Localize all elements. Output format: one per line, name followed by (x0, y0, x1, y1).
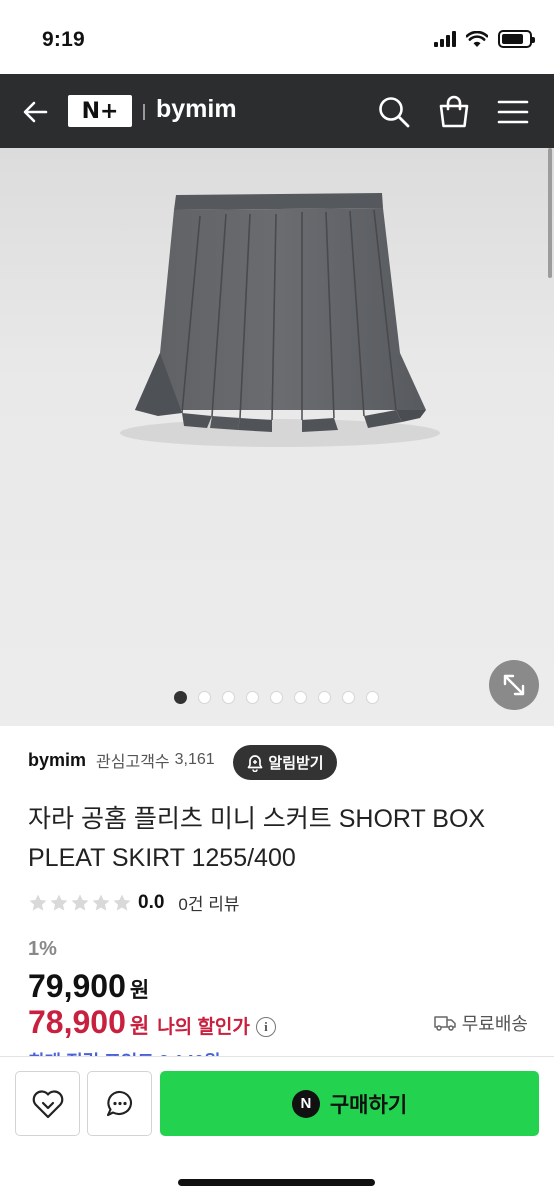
followers-count: 3,161 (174, 751, 215, 768)
bottom-action-bar: N 구매하기 (0, 1056, 554, 1200)
product-title-line-1: 자라 공홈 플리츠 미니 스커트 SHORT BOX (28, 805, 486, 833)
product-image-gallery[interactable] (0, 148, 554, 726)
review-count[interactable]: 0건 리뷰 (178, 890, 239, 915)
product-info-section: bymim 관심고객수 3,161 알림받기 자라 공홈 플리츠 미니 스커트 … (0, 726, 554, 1056)
seller-name[interactable]: bymim (28, 750, 86, 771)
discount-percent: 1% (28, 938, 57, 960)
naver-plus-logo[interactable]: N+ (68, 95, 132, 127)
nav-divider (143, 104, 145, 120)
sale-price: 78,900 (28, 1004, 126, 1040)
rating-score: 0.0 (138, 891, 165, 913)
battery-icon (498, 30, 535, 48)
my-discount-label: 나의 할인가 (157, 1017, 250, 1038)
max-points-line[interactable]: 최대 적립 포인트 3,140원 (28, 1048, 221, 1056)
talktalk-chat-button[interactable] (87, 1071, 152, 1136)
alert-button-label: 알림받기 (268, 755, 324, 772)
buy-now-button[interactable]: N 구매하기 (160, 1071, 539, 1136)
product-title: 자라 공홈 플리츠 미니 스커트 SHORT BOX PLEAT SKIRT 1… (28, 800, 528, 878)
expand-arrows-icon (503, 674, 525, 696)
sale-price-unit: 원 (129, 1015, 150, 1038)
gallery-dot[interactable] (246, 691, 259, 704)
alert-subscribe-button[interactable]: 알림받기 (233, 745, 337, 780)
search-icon[interactable] (376, 94, 412, 130)
star-icon (71, 894, 89, 911)
gallery-dot[interactable] (270, 691, 283, 704)
gallery-pagination-dots (174, 691, 379, 704)
original-price-unit: 원 (129, 979, 150, 1002)
gallery-dot[interactable] (174, 691, 187, 704)
shipping-label: 무료배송 (461, 1014, 528, 1034)
seller-row: bymim 관심고객수 3,161 (28, 748, 215, 772)
info-icon[interactable]: i (255, 1017, 276, 1037)
wifi-icon (466, 30, 488, 47)
gallery-dot[interactable] (366, 691, 379, 704)
status-bar: 9:19 (0, 0, 554, 74)
free-shipping: 무료배송 (434, 1010, 528, 1036)
cellular-signal-icon (434, 31, 456, 47)
star-icon (113, 894, 131, 911)
gallery-dot[interactable] (222, 691, 235, 704)
hamburger-menu-icon[interactable] (495, 94, 531, 130)
bell-plus-icon (248, 754, 263, 772)
gallery-dot[interactable] (318, 691, 331, 704)
delivery-truck-icon (434, 1016, 456, 1031)
gallery-dot[interactable] (342, 691, 355, 704)
skirt-product-photo (120, 193, 440, 447)
star-icon (29, 894, 47, 911)
top-nav-bar: N+ bymim (0, 74, 554, 148)
original-price: 79,900 (28, 968, 126, 1004)
naver-pay-n-icon: N (291, 1089, 320, 1118)
star-icon (50, 894, 68, 911)
star-icon (92, 894, 110, 911)
home-indicator (178, 1179, 375, 1186)
gallery-dot[interactable] (294, 691, 307, 704)
shopping-bag-icon[interactable] (436, 94, 472, 130)
rating-row[interactable]: 0.0 0건 리뷰 (28, 890, 240, 915)
wishlist-button[interactable] (15, 1071, 80, 1136)
original-price-row: 79,900 원 (28, 968, 149, 1005)
gallery-dot[interactable] (198, 691, 211, 704)
product-title-line-2: PLEAT SKIRT 1255/400 (28, 844, 296, 872)
buy-button-label: 구매하기 (329, 1093, 408, 1117)
followers-label: 관심고객수 (96, 754, 170, 771)
status-icons (434, 30, 535, 48)
image-scrollbar (548, 148, 552, 278)
store-name[interactable]: bymim (156, 95, 237, 124)
sale-price-row: 78,900 원 나의 할인가 i (28, 1004, 276, 1041)
rating-stars (28, 893, 132, 913)
chat-bubble-icon (106, 1090, 132, 1116)
back-arrow-icon[interactable] (20, 96, 52, 128)
heart-icon (32, 1089, 63, 1118)
status-time: 9:19 (42, 28, 85, 51)
expand-image-button[interactable] (489, 660, 539, 710)
